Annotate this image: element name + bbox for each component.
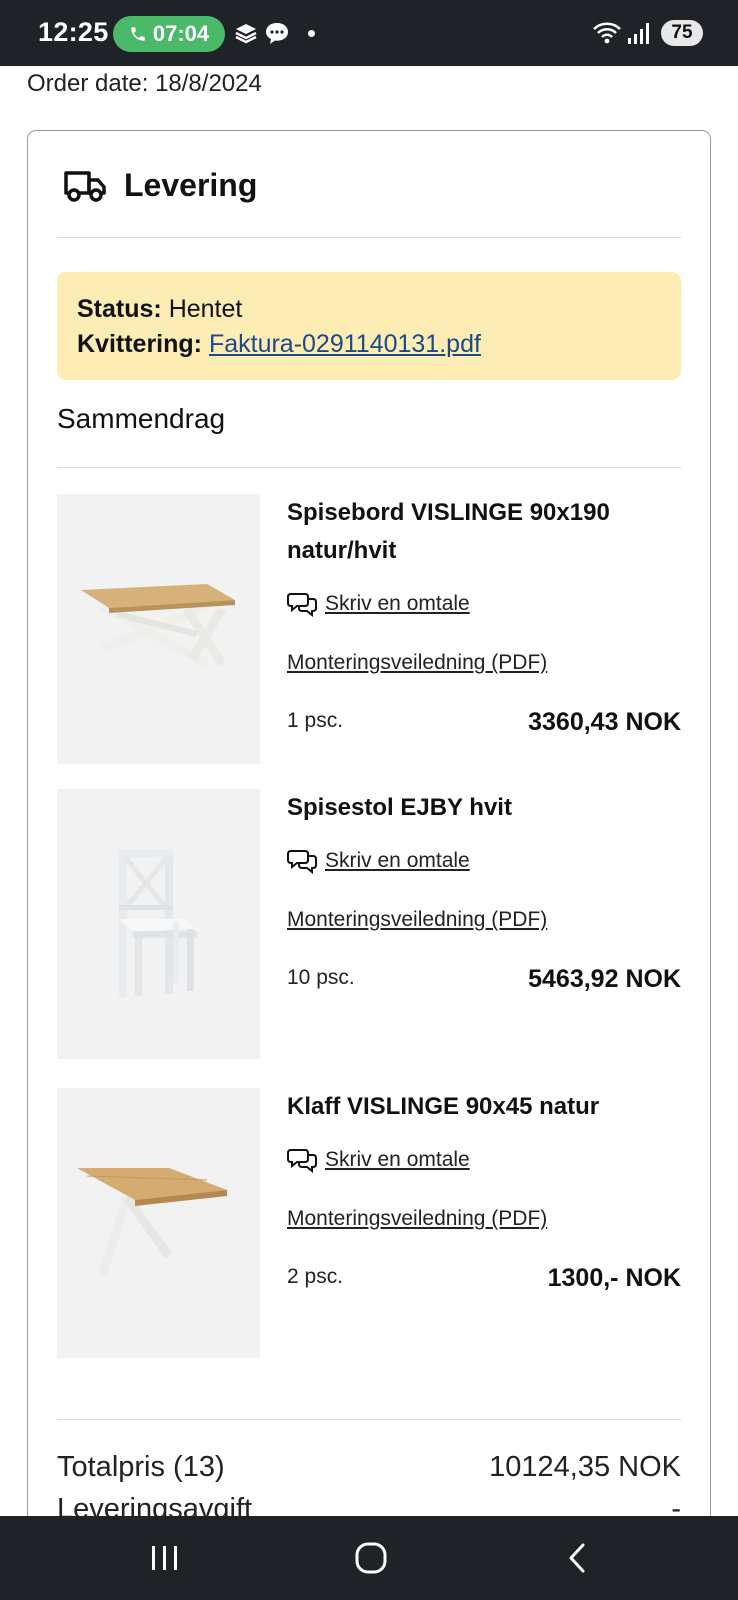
assembly-manual-link[interactable]: Monteringsveiledning (PDF) bbox=[287, 908, 547, 932]
write-review-link[interactable]: Skriv en omtale bbox=[287, 591, 470, 617]
app-notification-icon bbox=[235, 24, 257, 44]
total-label: Totalpris (13) bbox=[57, 1451, 225, 1483]
more-notifications-dot bbox=[308, 30, 315, 37]
delivery-header: Levering bbox=[62, 167, 257, 204]
review-icon bbox=[287, 1149, 317, 1173]
total-value: 10124,35 NOK bbox=[489, 1451, 681, 1483]
product-image-table[interactable] bbox=[57, 494, 260, 764]
order-date: Order date: 18/8/2024 bbox=[27, 70, 262, 97]
product-name[interactable]: Klaff VISLINGE 90x45 natur bbox=[287, 1088, 667, 1126]
status-label: Status: bbox=[77, 295, 162, 323]
write-review-link[interactable]: Skriv en omtale bbox=[287, 848, 470, 874]
total-row: Totalpris (13) 10124,35 NOK bbox=[57, 1451, 681, 1484]
receipt-label: Kvittering: bbox=[77, 330, 202, 358]
item-price: 5463,92 NOK bbox=[528, 965, 681, 993]
receipt-link[interactable]: Faktura-0291140131.pdf bbox=[209, 330, 481, 358]
divider bbox=[57, 1419, 681, 1420]
assembly-manual-link[interactable]: Monteringsveiledning (PDF) bbox=[287, 651, 547, 675]
status-time: 12:25 bbox=[38, 17, 109, 47]
product-name[interactable]: Spisestol EJBY hvit bbox=[287, 789, 667, 827]
item-quantity: 2 psc. bbox=[287, 1265, 344, 1288]
recent-apps-icon bbox=[152, 1546, 177, 1570]
product-image-leaf[interactable] bbox=[57, 1088, 260, 1358]
delivery-title: Levering bbox=[124, 167, 258, 203]
review-icon bbox=[287, 593, 317, 617]
item-price: 1300,- NOK bbox=[547, 1264, 681, 1292]
back-icon bbox=[569, 1543, 585, 1573]
status-line: Status: Hentet bbox=[77, 292, 661, 327]
item-quantity: 10 psc. bbox=[287, 966, 355, 989]
cell-signal-icon bbox=[628, 23, 649, 44]
status-bar: 12:25 07:04 75 bbox=[0, 0, 738, 66]
summary-title: Sammendrag bbox=[57, 403, 226, 434]
write-review-label: Skriv en omtale bbox=[325, 592, 470, 615]
delivery-card: Levering Status: Hentet Kvittering: Fakt… bbox=[27, 130, 711, 1600]
review-icon bbox=[287, 850, 317, 874]
divider bbox=[57, 467, 681, 468]
assembly-manual-link[interactable]: Monteringsveiledning (PDF) bbox=[287, 1207, 547, 1231]
item-price: 3360,43 NOK bbox=[528, 708, 681, 736]
wifi-icon bbox=[593, 22, 621, 44]
call-timer-pill[interactable]: 07:04 bbox=[113, 16, 225, 52]
write-review-link[interactable]: Skriv en omtale bbox=[287, 1147, 470, 1173]
receipt-line: Kvittering: Faktura-0291140131.pdf bbox=[77, 327, 661, 362]
order-item: Spisebord VISLINGE 90x190 natur/hvit Skr… bbox=[57, 494, 681, 764]
write-review-label: Skriv en omtale bbox=[325, 1148, 470, 1171]
product-name[interactable]: Spisebord VISLINGE 90x190 natur/hvit bbox=[287, 494, 667, 570]
recent-apps-button[interactable] bbox=[143, 1536, 187, 1580]
product-image-chair[interactable] bbox=[57, 789, 260, 1059]
chat-icon bbox=[266, 23, 288, 44]
item-quantity: 1 psc. bbox=[287, 709, 344, 732]
order-item: Klaff VISLINGE 90x45 natur Skriv en omta… bbox=[57, 1088, 681, 1358]
call-timer: 07:04 bbox=[152, 21, 210, 46]
phone-icon bbox=[131, 27, 145, 41]
system-nav-bar bbox=[0, 1516, 738, 1600]
order-item: Spisestol EJBY hvit Skriv en omtale Mont… bbox=[57, 789, 681, 1059]
truck-icon bbox=[64, 170, 106, 202]
write-review-label: Skriv en omtale bbox=[325, 849, 470, 872]
battery-indicator: 75 bbox=[661, 20, 703, 46]
status-value: Hentet bbox=[168, 295, 243, 323]
divider bbox=[57, 237, 681, 238]
home-button[interactable] bbox=[349, 1536, 393, 1580]
status-box: Status: Hentet Kvittering: Faktura-02911… bbox=[57, 272, 681, 380]
back-button[interactable] bbox=[556, 1536, 600, 1580]
home-icon bbox=[355, 1542, 387, 1574]
